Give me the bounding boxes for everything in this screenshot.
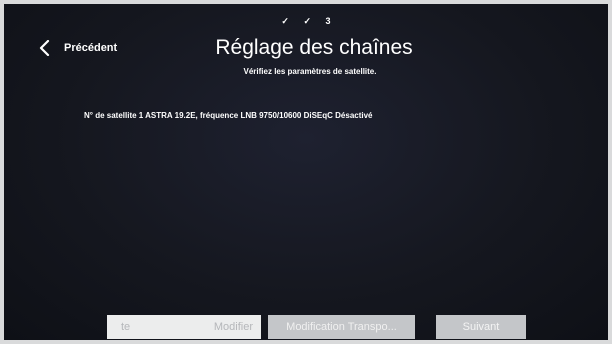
page-title: Réglage des chaînes: [215, 36, 413, 59]
transponder-label: Modification Transpo...: [286, 321, 397, 333]
satellite-info-text: N° de satellite 1 ASTRA 19.2E, fréquence…: [84, 111, 373, 120]
page-subtitle: Vérifiez les paramètres de satellite.: [243, 67, 377, 76]
step-1-check: ✓: [281, 16, 289, 26]
button-bar: te Modifier Modification Transpo... Suiv…: [107, 315, 526, 339]
transponder-modify-button[interactable]: Modification Transpo...: [268, 315, 415, 339]
input-value: te: [121, 321, 131, 333]
next-button[interactable]: Suivant: [436, 315, 526, 339]
tv-screen: ✓ ✓ 3 Précédent Réglage des chaînes Véri…: [4, 4, 608, 340]
next-label: Suivant: [462, 321, 500, 333]
modify-button[interactable]: te Modifier: [107, 315, 261, 339]
step-indicator: ✓ ✓ 3: [4, 16, 608, 27]
step-3-current: 3: [325, 16, 331, 26]
step-2-check: ✓: [303, 16, 312, 26]
modify-label: Modifier: [213, 321, 253, 333]
